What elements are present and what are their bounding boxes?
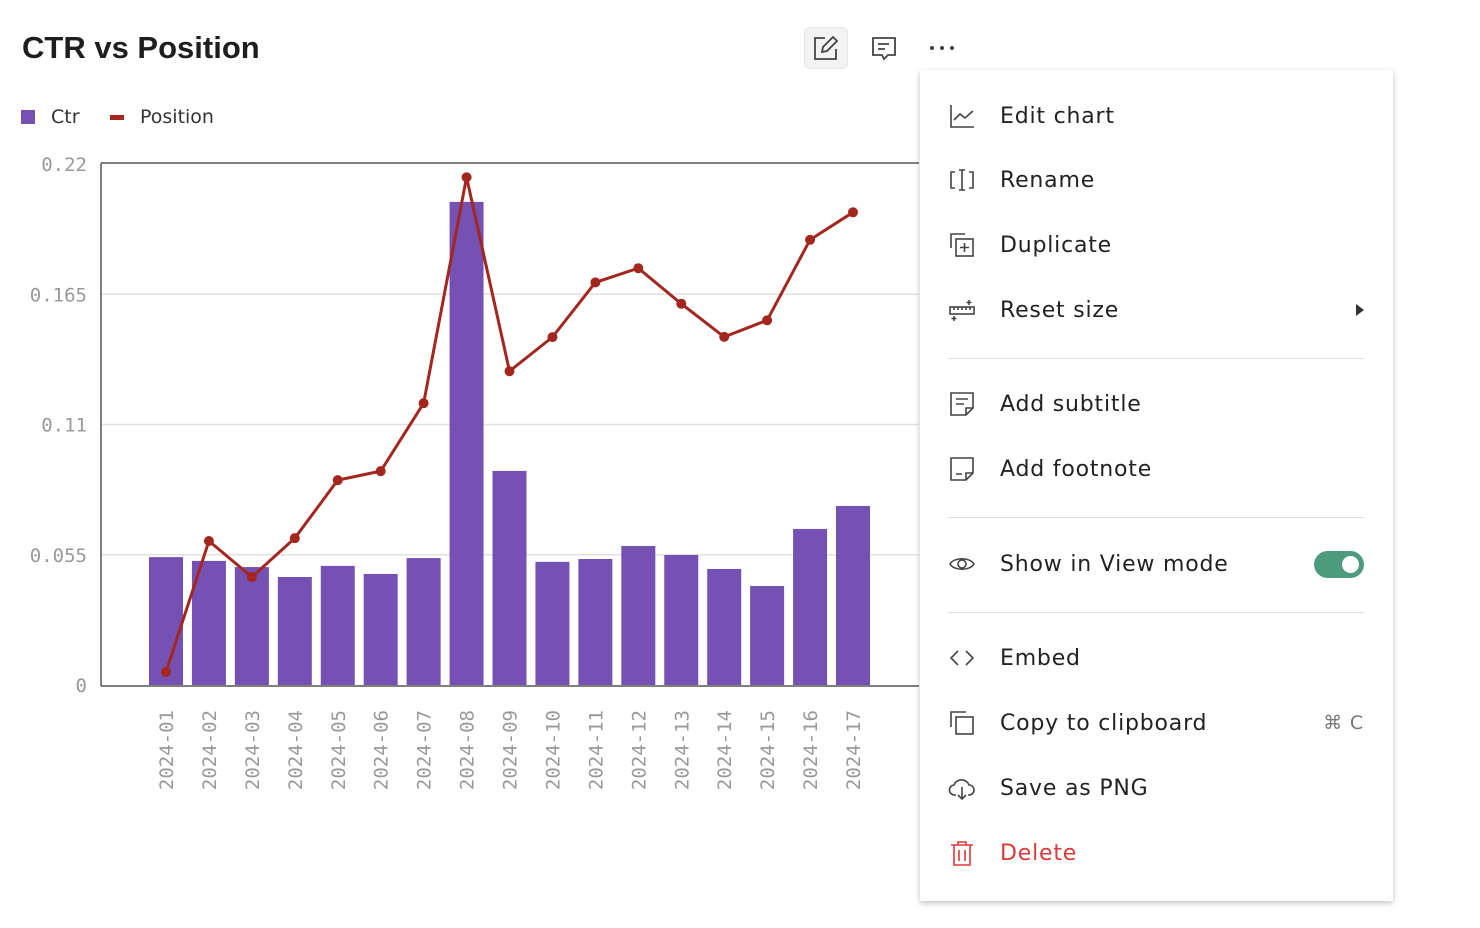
point-position (633, 263, 644, 274)
menu-item-label: Embed (1000, 645, 1081, 671)
menu-separator (948, 612, 1364, 613)
menu-item-add-subtitle[interactable]: Add subtitle (948, 379, 1364, 429)
show-in-view-mode-toggle[interactable] (1314, 550, 1364, 578)
x-tick-label: 2024-13 (671, 710, 693, 790)
x-tick-label: 2024-06 (371, 710, 393, 790)
menu-item-delete[interactable]: Delete (948, 828, 1364, 878)
menu-item-label: Copy to clipboard (1000, 710, 1208, 736)
bar-ctr (363, 573, 398, 685)
copy-icon (948, 709, 976, 737)
x-tick-label: 2024-15 (757, 710, 779, 790)
point-position (805, 234, 816, 245)
menu-separator (948, 358, 1364, 359)
y-tick-label: 0.11 (41, 415, 87, 437)
menu-item-save-as-png[interactable]: Save as PNG (948, 763, 1364, 813)
y-tick-label: 0.055 (30, 545, 87, 567)
point-position (332, 475, 343, 486)
shortcut-hint: ⌘ C (1323, 712, 1364, 734)
menu-item-label: Save as PNG (1000, 775, 1149, 801)
footnote-icon (948, 455, 976, 483)
x-tick-label: 2024-01 (156, 710, 178, 790)
cloud-download-icon (948, 774, 976, 802)
y-tick-label: 0.22 (41, 154, 87, 176)
menu-item-edit-chart[interactable]: Edit chart (948, 91, 1364, 141)
x-tick-label: 2024-03 (242, 710, 264, 790)
menu-item-label: Reset size (1000, 297, 1120, 323)
bar-ctr (578, 559, 613, 685)
subtitle-icon (948, 390, 976, 418)
menu-item-label: Rename (1000, 167, 1096, 193)
menu-separator (948, 517, 1364, 518)
x-tick-label: 2024-16 (800, 710, 822, 790)
point-position (676, 298, 687, 309)
menu-item-label: Add subtitle (1000, 391, 1142, 417)
point-position (762, 315, 773, 326)
bar-ctr (406, 558, 441, 685)
bar-ctr (492, 470, 527, 685)
x-tick-label: 2024-11 (585, 710, 607, 790)
code-icon (948, 644, 976, 672)
point-position (418, 398, 429, 409)
point-position (848, 207, 858, 218)
bar-ctr (793, 528, 828, 685)
menu-item-add-footnote[interactable]: Add footnote (948, 444, 1364, 494)
bar-ctr (449, 201, 484, 685)
x-tick-label: 2024-09 (500, 710, 522, 790)
x-tick-label: 2024-14 (714, 710, 736, 790)
line-chart-icon (948, 102, 976, 130)
menu-item-rename[interactable]: Rename (948, 155, 1364, 205)
x-tick-label: 2024-17 (843, 710, 865, 790)
context-menu: Edit chart Rename Duplicate Reset size Add s… (920, 70, 1393, 901)
point-position (504, 366, 515, 377)
menu-item-duplicate[interactable]: Duplicate (948, 220, 1364, 270)
x-tick-label: 2024-02 (199, 710, 221, 790)
point-position (547, 332, 558, 343)
x-tick-label: 2024-12 (628, 710, 650, 790)
submenu-arrow-icon (1356, 304, 1364, 316)
menu-item-reset-size[interactable]: Reset size (948, 285, 1364, 335)
bar-ctr (149, 557, 183, 685)
x-tick-label: 2024-10 (542, 710, 564, 790)
rename-icon (948, 166, 976, 194)
point-position (289, 533, 300, 544)
bar-ctr (707, 568, 742, 685)
duplicate-icon (948, 231, 976, 259)
bar-ctr (320, 565, 355, 685)
bar-ctr (234, 567, 269, 685)
point-position (161, 666, 171, 677)
menu-item-show-in-view-mode[interactable]: Show in View mode (948, 539, 1364, 589)
menu-item-label: Delete (1000, 840, 1078, 866)
x-tick-label: 2024-08 (457, 710, 479, 790)
y-tick-label: 0 (76, 675, 87, 697)
bar-ctr (664, 554, 699, 685)
point-position (719, 331, 730, 342)
x-tick-label: 2024-05 (328, 710, 350, 790)
bar-ctr (836, 505, 870, 685)
ruler-icon (948, 296, 976, 324)
point-position (461, 172, 472, 183)
bar-ctr (621, 545, 656, 685)
bar-ctr (750, 586, 785, 685)
bar-ctr (535, 561, 570, 685)
y-tick-label: 0.165 (30, 284, 87, 306)
menu-item-copy-to-clipboard[interactable]: Copy to clipboard ⌘ C (948, 698, 1364, 748)
bar-ctr (277, 577, 312, 685)
trash-icon (948, 839, 976, 867)
menu-item-embed[interactable]: Embed (948, 633, 1364, 683)
x-tick-label: 2024-04 (285, 710, 307, 790)
menu-item-label: Edit chart (1000, 103, 1115, 129)
menu-item-label: Duplicate (1000, 232, 1113, 258)
menu-item-label: Show in View mode (1000, 551, 1229, 577)
x-tick-label: 2024-07 (414, 710, 436, 790)
point-position (203, 536, 214, 547)
point-position (375, 466, 386, 477)
point-position (590, 277, 601, 288)
point-position (246, 572, 257, 583)
menu-item-label: Add footnote (1000, 456, 1153, 482)
eye-icon (948, 550, 976, 578)
